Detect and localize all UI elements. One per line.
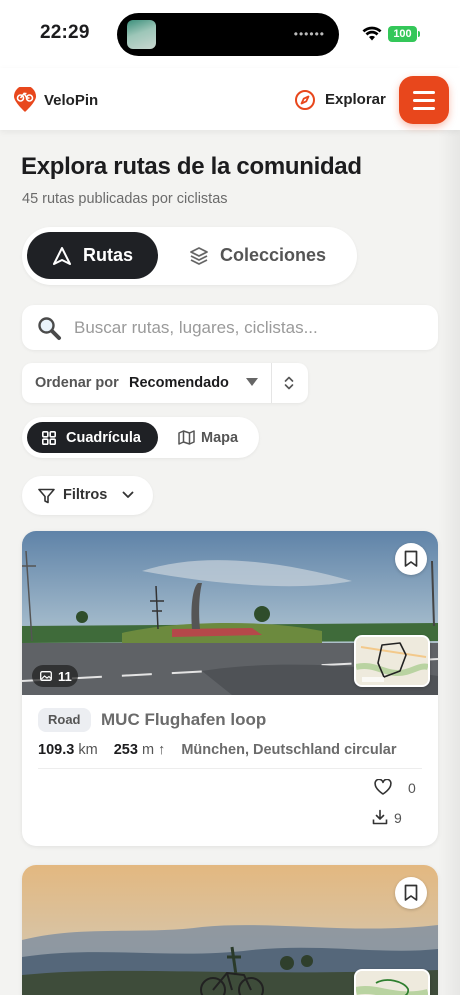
sort-label: Ordenar por bbox=[35, 375, 119, 391]
map-icon bbox=[178, 430, 195, 445]
tab-collections-label: Colecciones bbox=[220, 245, 327, 265]
bookmark-icon bbox=[404, 550, 418, 567]
route-distance: 109.3 bbox=[38, 742, 75, 758]
heart-icon bbox=[374, 778, 392, 795]
view-map-label: Mapa bbox=[201, 430, 239, 446]
download-count: 9 bbox=[372, 809, 402, 830]
island-dots-icon: •••••• bbox=[293, 27, 325, 41]
page-subtitle: 45 rutas publicadas por ciclistas bbox=[22, 191, 228, 207]
scroll-edge-shadow bbox=[438, 130, 460, 995]
battery-tip bbox=[418, 31, 420, 37]
menu-line-icon bbox=[413, 107, 435, 110]
route-card[interactable] bbox=[22, 865, 438, 995]
route-minimap-image bbox=[356, 637, 428, 685]
route-elevation-unit: m ↑ bbox=[141, 742, 166, 758]
like-count: 0 bbox=[408, 780, 416, 796]
route-minimap[interactable] bbox=[354, 635, 430, 687]
layers-icon bbox=[190, 247, 208, 265]
route-elevation: 253 bbox=[113, 742, 138, 758]
route-card[interactable]: 11 Road MUC Flughafen loop 109.3 km 253 … bbox=[22, 531, 438, 846]
menu-button[interactable] bbox=[399, 76, 449, 124]
filter-funnel-icon bbox=[38, 488, 55, 504]
velopin-logo-icon[interactable] bbox=[13, 87, 37, 113]
filters-button[interactable]: Filtros bbox=[22, 476, 153, 515]
sort-select[interactable]: Ordenar por Recomendado bbox=[22, 363, 308, 403]
chevron-down-icon bbox=[122, 491, 134, 498]
status-bar: 22:29 •••••• 100 bbox=[0, 0, 460, 68]
search-placeholder: Buscar rutas, lugares, ciclistas... bbox=[74, 318, 318, 337]
route-location: München, Deutschland circular bbox=[181, 742, 397, 758]
battery-indicator: 100 bbox=[388, 26, 417, 42]
compass-icon[interactable] bbox=[294, 89, 316, 111]
view-toggle: Cuadrícula Mapa bbox=[22, 417, 259, 458]
route-photo[interactable]: 11 bbox=[22, 531, 438, 695]
grid-icon bbox=[42, 431, 56, 445]
dynamic-island: •••••• bbox=[117, 13, 339, 56]
search-input[interactable]: Buscar rutas, lugares, ciclistas... bbox=[22, 305, 438, 350]
route-minimap-image bbox=[356, 971, 428, 995]
photo-count-badge: 11 bbox=[32, 665, 78, 687]
download-count-value: 9 bbox=[394, 810, 402, 826]
image-icon bbox=[40, 671, 52, 681]
sort-value: Recomendado bbox=[129, 375, 229, 391]
menu-line-icon bbox=[413, 99, 435, 102]
route-stats: 109.3 km 253 m ↑ München, Deutschland ci… bbox=[38, 742, 396, 758]
menu-line-icon bbox=[413, 91, 435, 94]
explore-link[interactable]: Explorar bbox=[325, 91, 386, 108]
sort-divider bbox=[271, 363, 272, 403]
view-grid-label: Cuadrícula bbox=[66, 430, 141, 446]
sort-direction-icon[interactable] bbox=[282, 375, 296, 391]
brand-name[interactable]: VeloPin bbox=[44, 92, 98, 109]
route-type-badge: Road bbox=[38, 708, 91, 732]
app-header: VeloPin Explorar bbox=[0, 68, 460, 130]
route-photo[interactable] bbox=[22, 865, 438, 995]
view-map-button[interactable]: Mapa bbox=[174, 422, 254, 453]
route-distance-unit: km bbox=[78, 742, 98, 758]
bookmark-button[interactable] bbox=[395, 877, 427, 909]
route-triangle-icon bbox=[53, 247, 71, 265]
tab-collections[interactable]: Colecciones bbox=[182, 232, 352, 279]
like-button[interactable]: 0 bbox=[374, 778, 416, 800]
filters-label: Filtros bbox=[63, 487, 108, 503]
route-title[interactable]: MUC Flughafen loop bbox=[101, 710, 266, 730]
photo-count-value: 11 bbox=[58, 669, 72, 684]
bookmark-button[interactable] bbox=[395, 543, 427, 575]
wifi-icon bbox=[362, 26, 382, 41]
download-icon bbox=[372, 809, 388, 825]
live-activity-thumbnail bbox=[127, 20, 156, 49]
tab-routes[interactable]: Rutas bbox=[27, 232, 158, 279]
route-minimap[interactable] bbox=[354, 969, 430, 995]
search-icon bbox=[38, 317, 61, 340]
content-type-segmented-control: Rutas Colecciones bbox=[22, 227, 357, 285]
page-title: Explora rutas de la comunidad bbox=[21, 153, 362, 180]
bookmark-icon bbox=[404, 884, 418, 901]
caret-down-icon bbox=[246, 378, 258, 386]
status-time: 22:29 bbox=[40, 22, 90, 43]
card-divider bbox=[38, 768, 422, 769]
tab-routes-label: Rutas bbox=[83, 245, 134, 265]
view-grid-button[interactable]: Cuadrícula bbox=[27, 422, 158, 453]
